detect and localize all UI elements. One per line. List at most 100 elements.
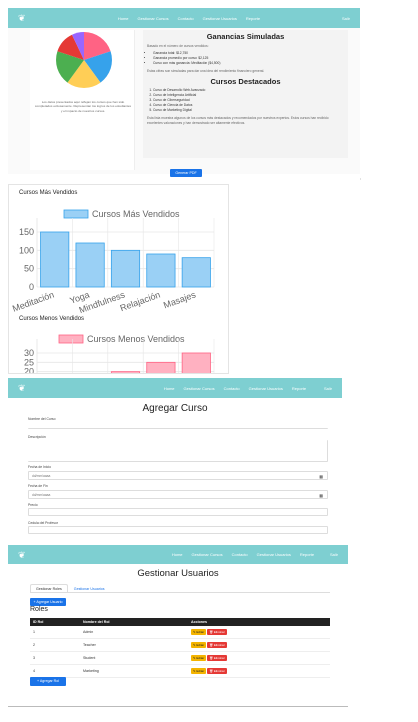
table-row: 3 Student ✎ Editar 🗑 Eliminar (30, 651, 330, 665)
price-label: Precio (28, 503, 38, 507)
worst-sellers-heading: Cursos Menos Vendidos (19, 316, 85, 322)
row-actions: ✎ Editar 🗑 Eliminar (188, 626, 330, 639)
edit-button[interactable]: ✎ Editar (191, 642, 207, 648)
featured-title: Cursos Destacados (210, 77, 281, 86)
nav-link-home[interactable]: Home (172, 552, 183, 557)
legend-label: Cursos Menos Vendidos (87, 334, 185, 344)
best-sellers-chart: Cursos Más Vendidos050100150Meditación Yo… (11, 209, 215, 315)
generate-pdf-button[interactable]: Generar PDF (170, 169, 202, 177)
featured-item: Curso de Marketing Digital (153, 108, 348, 113)
leaf-logo-icon[interactable]: ❦ (18, 550, 36, 560)
teacher-id-input[interactable] (28, 526, 328, 534)
end-date-input[interactable]: dd/mm/aaaa ▦ (28, 490, 328, 499)
nav-link-users[interactable]: Gestionar Usuarios (257, 552, 291, 557)
nav-link-home[interactable]: Home (164, 386, 175, 391)
nav-link-report[interactable]: Reporte (246, 16, 260, 21)
delete-button[interactable]: 🗑 Eliminar (207, 655, 227, 661)
earnings-title: Ganancias Simuladas (206, 32, 285, 41)
roles-heading: Roles (30, 606, 48, 613)
calendar-icon[interactable]: ▦ (319, 493, 323, 498)
bar (181, 352, 211, 373)
edit-button[interactable]: ✎ Editar (191, 668, 207, 674)
y-tick-label: 150 (19, 227, 34, 237)
report-body: Los datos presentados aquí reflejan los … (8, 28, 360, 174)
delete-label: Eliminar (213, 669, 225, 673)
start-date-input[interactable]: dd/mm/aaaa ▦ (28, 471, 328, 480)
add-course-title: Agregar Curso (142, 403, 208, 414)
edit-label: Editar (196, 630, 205, 634)
teacher-id-label: Cedula del Profesor (28, 521, 58, 525)
add-role-button[interactable]: + Agregar Rol (30, 677, 66, 686)
featured-note: Esta lista muestra algunos de los cursos… (147, 116, 329, 125)
legend-label: Cursos Más Vendidos (92, 209, 180, 219)
user-management-section: ❦ Home Gestionar Cursos Contacto Gestion… (8, 545, 348, 695)
nav-link-users[interactable]: Gestionar Usuarios (203, 16, 237, 21)
bar (40, 231, 70, 288)
bar (110, 371, 141, 373)
nav-link-contact[interactable]: Contacto (224, 386, 240, 391)
start-date-placeholder: dd/mm/aaaa (32, 474, 51, 478)
leaf-logo-icon[interactable]: ❦ (18, 13, 36, 23)
role-id: 3 (30, 651, 80, 665)
top-nav: ❦ Home Gestionar Cursos Contacto Gestion… (8, 8, 360, 28)
role-name: Marketing (80, 664, 188, 678)
nav-link-courses[interactable]: Gestionar Cursos (184, 386, 215, 391)
report-section: ❦ Home Gestionar Cursos Contacto Gestion… (8, 8, 360, 174)
bar (75, 242, 105, 288)
nav-link-contact[interactable]: Contacto (232, 552, 248, 557)
page-footer-divider (8, 706, 348, 707)
table-row: 4 Marketing ✎ Editar 🗑 Eliminar (30, 664, 330, 678)
delete-button[interactable]: 🗑 Eliminar (207, 668, 227, 674)
pie-chart (56, 32, 112, 88)
pie-card: Los datos presentados aquí reflejan los … (30, 30, 135, 170)
role-id: 1 (30, 626, 80, 639)
delete-label: Eliminar (213, 630, 225, 634)
table-header-row: ID Rol Nombre del Rol Acciones (30, 618, 330, 626)
nav-link-users[interactable]: Gestionar Usuarios (249, 386, 283, 391)
nav-link-report[interactable]: Reporte (292, 386, 306, 391)
worst-sellers-chart: Cursos Menos Vendidos 202530 (24, 334, 215, 373)
best-sellers-heading: Cursos Más Vendidos (19, 190, 78, 196)
logout-link[interactable]: Salir (330, 552, 338, 557)
x-tick-label: Relajación (119, 289, 162, 313)
column-header-id: ID Rol (30, 618, 80, 626)
course-name-input[interactable] (28, 422, 328, 429)
nav-link-contact[interactable]: Contacto (178, 16, 194, 21)
top-nav: ❦ Home Gestionar Cursos Contacto Gestion… (8, 378, 342, 398)
tabs-divider (30, 592, 330, 593)
bar (181, 257, 211, 288)
delete-label: Eliminar (213, 643, 225, 647)
calendar-icon[interactable]: ▦ (319, 474, 323, 479)
nav-link-courses[interactable]: Gestionar Cursos (192, 552, 223, 557)
delete-label: Eliminar (213, 656, 225, 660)
role-id: 4 (30, 664, 80, 678)
course-name-label: Nombre del Curso (28, 417, 56, 421)
logout-link[interactable]: Salir (342, 16, 350, 21)
edit-button[interactable]: ✎ Editar (191, 629, 207, 635)
price-input[interactable] (28, 508, 328, 516)
start-date-label: Fecha de Inicio (28, 465, 51, 469)
nav-link-report[interactable]: Reporte (300, 552, 314, 557)
nav-links: Home Gestionar Cursos Contacto Gestionar… (118, 16, 260, 21)
delete-button[interactable]: 🗑 Eliminar (207, 629, 227, 635)
nav-link-home[interactable]: Home (118, 16, 129, 21)
delete-button[interactable]: 🗑 Eliminar (207, 642, 227, 648)
x-tick-label: Masajes (162, 289, 197, 310)
earnings-intro: Basado en el número de cursos vendidos: (147, 44, 209, 48)
table-row: 2 Teacher ✎ Editar 🗑 Eliminar (30, 638, 330, 652)
pie-description: Los datos presentados aquí reflejan los … (34, 100, 132, 113)
description-textarea[interactable] (28, 440, 328, 462)
column-header-name: Nombre del Rol (80, 618, 188, 626)
leaf-logo-icon[interactable]: ❦ (18, 383, 36, 393)
table-row: 1 Admin ✎ Editar 🗑 Eliminar (30, 626, 330, 639)
add-course-section: ❦ Home Gestionar Cursos Contacto Gestion… (8, 378, 342, 540)
nav-link-courses[interactable]: Gestionar Cursos (138, 16, 169, 21)
edit-label: Editar (196, 669, 205, 673)
edit-button[interactable]: ✎ Editar (191, 655, 207, 661)
y-tick-label: 100 (19, 245, 34, 255)
edit-label: Editar (196, 643, 205, 647)
logout-link[interactable]: Salir (324, 386, 332, 391)
add-user-button[interactable]: + Agregar Usuario (30, 598, 66, 606)
earnings-note: Estas cifras son simuladas para dar una … (147, 69, 265, 73)
column-header-actions: Acciones (188, 618, 330, 626)
